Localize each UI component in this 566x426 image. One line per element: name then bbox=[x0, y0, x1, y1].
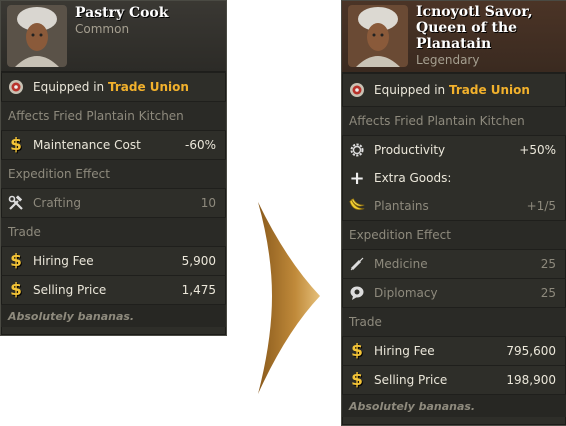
trade-header: Trade bbox=[342, 307, 566, 336]
specialist-card-legendary[interactable]: Icnoyotl Savor, Queen of the Planatain L… bbox=[341, 0, 566, 426]
specialist-name: Icnoyotl Savor, Queen of the Planatain bbox=[416, 4, 533, 52]
trade-header: Trade bbox=[1, 217, 226, 246]
card-header: Pastry Cook Common bbox=[1, 1, 226, 72]
rarity-label: Legendary bbox=[416, 53, 480, 67]
plantains-value: +1/5 bbox=[526, 199, 556, 213]
specialist-portrait bbox=[348, 5, 408, 67]
equipped-row: Equipped in Trade Union bbox=[342, 73, 566, 106]
equipped-place-link[interactable]: Trade Union bbox=[108, 80, 189, 94]
affects-header: Affects Fried Plantain Kitchen bbox=[342, 106, 566, 135]
selling-price-label: Selling Price bbox=[374, 373, 448, 387]
banana-icon bbox=[348, 197, 366, 215]
rarity-label: Common bbox=[75, 22, 130, 36]
diplomacy-label: Diplomacy bbox=[374, 286, 438, 300]
selling-price-row: $ Selling Price 198,900 bbox=[342, 365, 566, 394]
hiring-fee-value: 795,600 bbox=[506, 344, 556, 358]
guild-emblem-icon bbox=[348, 81, 366, 99]
dollar-icon: $ bbox=[10, 279, 22, 300]
dollar-icon: $ bbox=[351, 340, 363, 361]
equipped-prefix: Equipped in bbox=[33, 80, 105, 94]
hiring-fee-value: 5,900 bbox=[181, 254, 216, 268]
hiring-fee-row: $ Hiring Fee 795,600 bbox=[342, 336, 566, 365]
maintenance-label: Maintenance Cost bbox=[33, 138, 141, 152]
diplomacy-row: Diplomacy 25 bbox=[342, 278, 566, 307]
selling-price-value: 198,900 bbox=[506, 373, 556, 387]
crafting-row: Crafting 10 bbox=[1, 188, 226, 217]
dollar-icon: $ bbox=[10, 250, 22, 271]
dollar-icon: $ bbox=[10, 134, 22, 155]
affects-header: Affects Fried Plantain Kitchen bbox=[1, 101, 226, 130]
productivity-value: +50% bbox=[519, 143, 556, 157]
hammer-wrench-icon bbox=[7, 194, 25, 212]
extra-goods-label: Extra Goods: bbox=[374, 171, 452, 185]
maintenance-row: $ Maintenance Cost -60% bbox=[1, 130, 226, 159]
crafting-value: 10 bbox=[200, 196, 216, 210]
equipped-place-link[interactable]: Trade Union bbox=[449, 83, 530, 97]
medicine-label: Medicine bbox=[374, 257, 428, 271]
diplomacy-value: 25 bbox=[540, 286, 556, 300]
equipped-prefix: Equipped in bbox=[374, 83, 446, 97]
expedition-header: Expedition Effect bbox=[1, 159, 226, 188]
flavor-text: Absolutely bananas. bbox=[342, 394, 566, 417]
selling-price-value: 1,475 bbox=[181, 283, 216, 297]
gear-icon bbox=[348, 141, 366, 159]
hiring-fee-label: Hiring Fee bbox=[33, 254, 94, 268]
speech-bubble-icon bbox=[348, 284, 366, 302]
plantains-label: Plantains bbox=[374, 199, 429, 213]
expedition-header: Expedition Effect bbox=[342, 220, 566, 249]
guild-emblem-icon bbox=[7, 78, 25, 96]
specialist-name: Pastry Cook bbox=[75, 5, 169, 21]
specialist-portrait bbox=[7, 5, 67, 67]
productivity-label: Productivity bbox=[374, 143, 446, 157]
equipped-row: Equipped in Trade Union bbox=[1, 72, 226, 101]
medicine-row: Medicine 25 bbox=[342, 249, 566, 278]
hiring-fee-row: $ Hiring Fee 5,900 bbox=[1, 246, 226, 275]
selling-price-label: Selling Price bbox=[33, 283, 107, 297]
medicine-value: 25 bbox=[540, 257, 556, 271]
syringe-icon bbox=[348, 255, 366, 273]
extra-goods-row: + Extra Goods: bbox=[342, 164, 566, 192]
flavor-text: Absolutely bananas. bbox=[1, 304, 226, 327]
specialist-card-common[interactable]: Pastry Cook Common Equipped in Trade Uni… bbox=[0, 0, 227, 336]
maintenance-value: -60% bbox=[184, 138, 216, 152]
card-header: Icnoyotl Savor, Queen of the Planatain L… bbox=[342, 1, 566, 73]
selling-price-row: $ Selling Price 1,475 bbox=[1, 275, 226, 304]
dollar-icon: $ bbox=[351, 369, 363, 390]
hiring-fee-label: Hiring Fee bbox=[374, 344, 435, 358]
plantains-row: Plantains +1/5 bbox=[342, 192, 566, 220]
productivity-row: Productivity +50% bbox=[342, 135, 566, 164]
plus-icon: + bbox=[349, 167, 365, 189]
upgrade-arrow-icon bbox=[258, 202, 320, 394]
crafting-label: Crafting bbox=[33, 196, 81, 210]
